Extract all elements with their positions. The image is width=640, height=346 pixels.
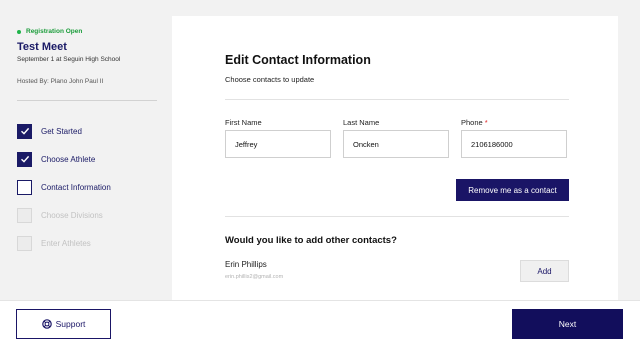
checkbox-disabled-icon	[17, 235, 32, 251]
sidebar-divider	[17, 100, 157, 101]
section-divider	[225, 99, 569, 100]
footer-bar: Support Next	[0, 300, 640, 346]
contact-info: Erin Phillips erin.phillis2@gmail.com	[225, 260, 283, 280]
last-name-label: Last Name	[343, 118, 380, 127]
step-choose-athlete[interactable]: Choose Athlete	[17, 145, 156, 173]
step-choose-divisions: Choose Divisions	[17, 201, 156, 229]
checkbox-empty-icon	[17, 179, 32, 195]
step-label: Get Started	[41, 126, 82, 136]
first-name-input[interactable]	[225, 130, 331, 158]
phone-input[interactable]	[461, 130, 567, 158]
step-contact-information[interactable]: Contact Information	[17, 173, 156, 201]
add-contact-button[interactable]: Add	[520, 260, 569, 282]
checkbox-checked-icon	[17, 123, 32, 139]
registration-status: Registration Open	[17, 28, 156, 35]
phone-group: Phone *	[461, 118, 567, 158]
sidebar: Registration Open Test Meet September 1 …	[0, 0, 172, 300]
step-enter-athletes: Enter Athletes	[17, 229, 156, 257]
contact-form-panel: Edit Contact Information Choose contacts…	[172, 16, 618, 300]
contact-email: erin.phillis2@gmail.com	[225, 274, 284, 280]
step-list: Get Started Choose Athlete Contact Infor…	[17, 117, 156, 257]
step-label: Choose Athlete	[41, 154, 96, 164]
remove-contact-button[interactable]: Remove me as a contact	[456, 179, 569, 201]
lifebuoy-icon	[41, 319, 52, 329]
last-name-group: Last Name	[343, 118, 449, 158]
page-subtitle: Choose contacts to update	[225, 75, 315, 84]
step-get-started[interactable]: Get Started	[17, 117, 156, 145]
contact-name: Erin Phillips	[225, 260, 267, 269]
step-label: Contact Information	[41, 182, 111, 192]
first-name-group: First Name	[225, 118, 331, 158]
next-button[interactable]: Next	[512, 309, 623, 339]
page-title: Edit Contact Information	[225, 53, 371, 67]
checkbox-disabled-icon	[17, 207, 32, 223]
support-button[interactable]: Support	[16, 309, 111, 339]
first-name-label: First Name	[225, 118, 262, 127]
meet-title: Test Meet	[17, 41, 67, 53]
support-label: Support	[55, 319, 86, 329]
checkbox-checked-icon	[17, 151, 32, 167]
phone-label: Phone	[461, 118, 483, 127]
remove-row: Remove me as a contact	[225, 179, 569, 201]
hosted-by: Hosted By: Plano John Paul II	[17, 78, 104, 85]
phone-label-row: Phone *	[461, 118, 567, 127]
contact-fields: First Name Last Name Phone *	[225, 118, 569, 158]
contact-list-item: Erin Phillips erin.phillis2@gmail.com Ad…	[225, 260, 569, 282]
meet-subtitle: September 1 at Seguin High School	[17, 56, 121, 63]
section-divider	[225, 216, 569, 217]
registration-status-text: Registration Open	[26, 28, 83, 35]
last-name-input[interactable]	[343, 130, 449, 158]
add-contacts-heading: Would you like to add other contacts?	[225, 235, 397, 246]
step-label: Choose Divisions	[41, 210, 103, 220]
status-dot-icon	[17, 29, 21, 34]
step-label: Enter Athletes	[41, 238, 91, 248]
required-marker: *	[484, 118, 488, 127]
